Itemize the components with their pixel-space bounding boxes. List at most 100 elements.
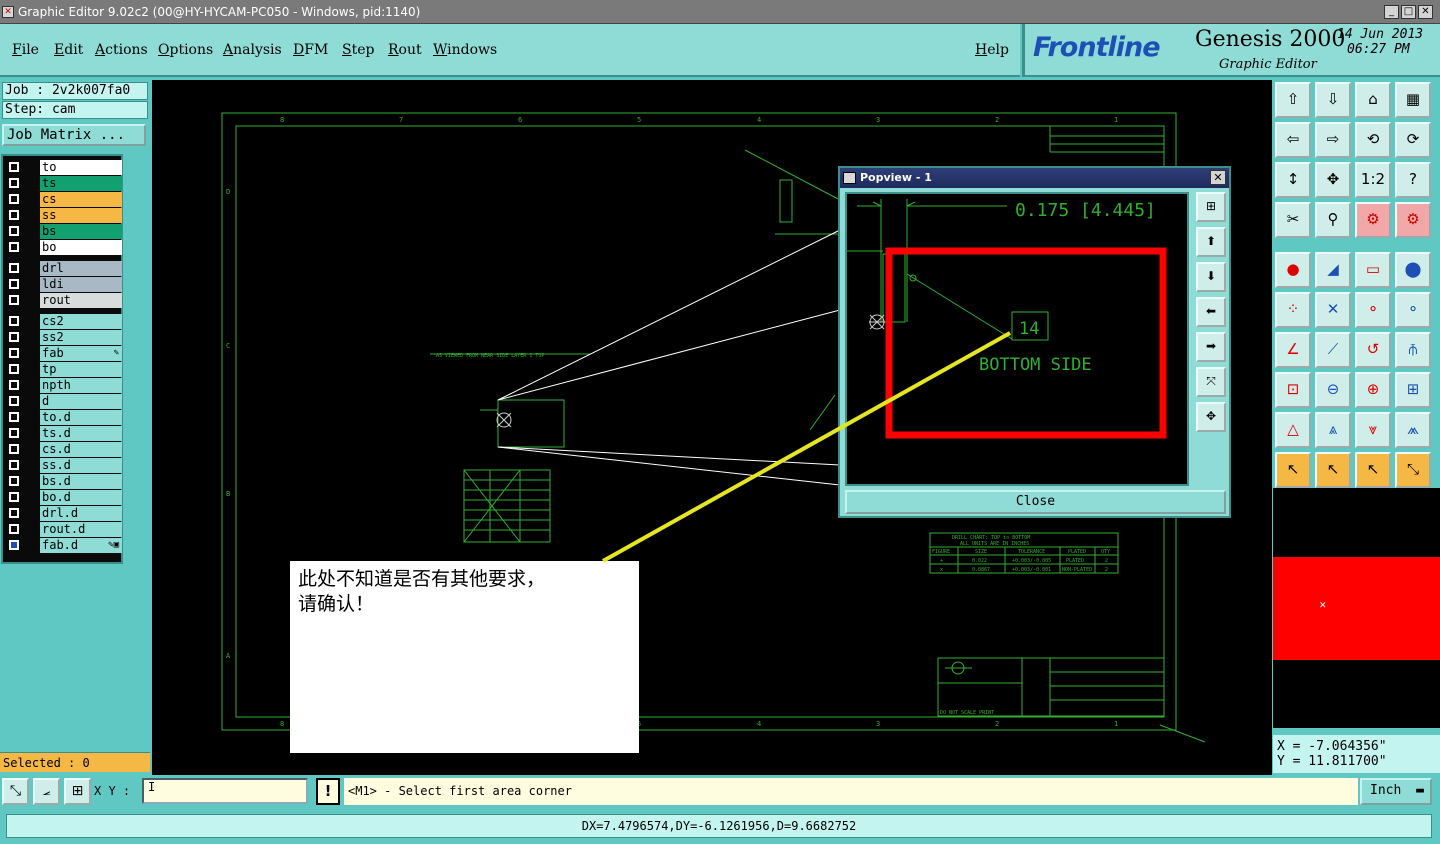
layer-row-fab[interactable]: fab ✎ xyxy=(5,346,122,361)
layer-name[interactable]: to xyxy=(40,160,122,175)
layer-checkbox[interactable] xyxy=(9,476,19,486)
zoom-out-icon[interactable]: ✥ xyxy=(1196,402,1226,432)
layer-name[interactable]: ss.d xyxy=(40,458,122,473)
window-title-bar[interactable]: ✕ Graphic Editor 9.02c2 (00@HY-HYCAM-PC0… xyxy=(0,0,1440,24)
center-icon[interactable]: ✥ xyxy=(1315,162,1351,198)
popview-title-bar[interactable]: Popview - 1 xyxy=(840,168,1229,188)
menu-file[interactable]: File xyxy=(12,42,39,58)
home-icon[interactable]: ⌂ xyxy=(1355,82,1391,118)
pan-up-icon[interactable]: ⬆ xyxy=(1196,227,1226,257)
zoom-fit-icon[interactable]: ⤧ xyxy=(1196,367,1226,397)
layer-row-cs2[interactable]: cs2 xyxy=(5,314,122,329)
layer-checkbox[interactable] xyxy=(9,194,19,204)
pan-right-icon[interactable]: ➡ xyxy=(1196,332,1226,362)
dot-icon[interactable]: ⬤ xyxy=(1395,252,1431,288)
layer-name[interactable]: bs.d xyxy=(40,474,122,489)
menu-dfm[interactable]: DFM xyxy=(293,42,328,58)
job-matrix-button[interactable]: Job Matrix ... xyxy=(2,124,146,146)
layer-checkbox[interactable] xyxy=(9,460,19,470)
layer-name[interactable]: drl.d xyxy=(40,506,122,521)
ruler-icon[interactable]: ▭ xyxy=(1355,252,1391,288)
group-icon[interactable]: ⊞ xyxy=(1395,372,1431,408)
snap-mode-icon[interactable]: ⤡ xyxy=(2,778,29,805)
layer-checkbox[interactable] xyxy=(9,396,19,406)
flip-icon[interactable]: ↕ xyxy=(1275,162,1311,198)
layer-checkbox[interactable] xyxy=(9,316,19,326)
layer-checkbox[interactable] xyxy=(9,540,19,550)
layer-name[interactable]: ss xyxy=(40,208,122,223)
layer-checkbox[interactable] xyxy=(9,178,19,188)
menu-options[interactable]: Options xyxy=(158,42,213,58)
layer-name[interactable]: ldi xyxy=(40,277,122,292)
help-icon[interactable]: ? xyxy=(1395,162,1431,198)
layer-row-npth[interactable]: npth xyxy=(5,378,122,393)
measure-icon[interactable]: ⦟ xyxy=(33,778,60,805)
layer-name[interactable]: drl xyxy=(40,261,122,276)
fill-icon[interactable]: ◢ xyxy=(1315,252,1351,288)
layout-icon[interactable]: ▦ xyxy=(1395,82,1431,118)
split-icon[interactable]: ⫚ xyxy=(1395,332,1431,368)
popview-close-button[interactable]: Close xyxy=(845,490,1226,514)
layer-row-cs-d[interactable]: cs.d xyxy=(5,442,122,457)
zoom-in-icon[interactable]: ⊞ xyxy=(1196,192,1226,222)
close-button[interactable]: ✕ xyxy=(1418,5,1433,19)
layer-checkbox[interactable] xyxy=(9,263,19,273)
layer-row-rout-d[interactable]: rout.d xyxy=(5,522,122,537)
move-up-icon[interactable]: ⇧ xyxy=(1275,82,1311,118)
net-icon[interactable]: ⚙ xyxy=(1355,202,1391,238)
move-down-icon[interactable]: ⇩ xyxy=(1315,82,1351,118)
popview-window[interactable]: Popview - 1 ✕ 0.175 [4.445] 14 BOTTOM SI… xyxy=(838,166,1231,518)
layer-checkbox[interactable] xyxy=(9,242,19,252)
layer-name[interactable]: npth xyxy=(40,378,122,393)
layer-name[interactable]: ts.d xyxy=(40,426,122,441)
layer-name[interactable]: cs xyxy=(40,192,122,207)
menu-step[interactable]: Step xyxy=(342,42,374,58)
layer-checkbox[interactable] xyxy=(9,412,19,422)
select-multi-icon[interactable]: ⤡ xyxy=(1395,452,1431,488)
layer-row-fab-d[interactable]: fab.d ✎▣ xyxy=(5,538,122,553)
layer-name[interactable]: d xyxy=(40,394,122,409)
layer-name[interactable]: cs.d xyxy=(40,442,122,457)
units-selector[interactable]: Inch ▬ xyxy=(1360,778,1432,805)
pan-down-icon[interactable]: ⬇ xyxy=(1196,262,1226,292)
move-left-icon[interactable]: ⇦ xyxy=(1275,122,1311,158)
pan-left-icon[interactable]: ⬅ xyxy=(1196,297,1226,327)
minimize-button[interactable]: _ xyxy=(1384,5,1399,19)
line-icon[interactable]: ⟋ xyxy=(1315,332,1351,368)
layer-row-ts[interactable]: ts xyxy=(5,176,122,191)
layer-name[interactable]: ts xyxy=(40,176,122,191)
probe-icon[interactable]: ⚲ xyxy=(1315,202,1351,238)
menu-windows[interactable]: Windows xyxy=(433,42,497,58)
layer-row-d[interactable]: d xyxy=(5,394,122,409)
layer-row-bo-d[interactable]: bo.d xyxy=(5,490,122,505)
layer-checkbox[interactable] xyxy=(9,295,19,305)
menu-edit[interactable]: Edit xyxy=(54,42,83,58)
layer-row-bs-d[interactable]: bs.d xyxy=(5,474,122,489)
layer-name[interactable]: fab.d ✎▣ xyxy=(40,538,122,553)
overview-viewport[interactable]: ✕ xyxy=(1273,557,1440,660)
triangle-icon[interactable]: △ xyxy=(1275,412,1311,448)
angle-icon[interactable]: ∠ xyxy=(1275,332,1311,368)
menu-rout[interactable]: Rout xyxy=(388,42,422,58)
layer-row-to-d[interactable]: to.d xyxy=(5,410,122,425)
select-box-icon[interactable]: ↖ xyxy=(1315,452,1351,488)
layer-checkbox[interactable] xyxy=(9,332,19,342)
popview-close-icon[interactable]: ✕ xyxy=(1210,170,1226,185)
layer-row-drl-d[interactable]: drl.d xyxy=(5,506,122,521)
point2-icon[interactable]: ⚬ xyxy=(1395,292,1431,328)
redo-icon[interactable]: ⟳ xyxy=(1395,122,1431,158)
arc-down-icon[interactable]: ⩔ xyxy=(1355,412,1391,448)
layer-checkbox[interactable] xyxy=(9,428,19,438)
layer-checkbox[interactable] xyxy=(9,508,19,518)
menu-analysis[interactable]: Analysis xyxy=(223,42,282,58)
layer-name[interactable]: bo.d xyxy=(40,490,122,505)
grid-icon[interactable]: ⊞ xyxy=(64,778,91,805)
net2-icon[interactable]: ⚙ xyxy=(1395,202,1431,238)
layer-checkbox[interactable] xyxy=(9,492,19,502)
move-right-icon[interactable]: ⇨ xyxy=(1315,122,1351,158)
plus-icon[interactable]: ⊕ xyxy=(1355,372,1391,408)
cut-icon[interactable]: ✂ xyxy=(1275,202,1311,238)
layer-name[interactable]: rout xyxy=(40,293,122,308)
layer-name[interactable]: fab ✎ xyxy=(40,346,122,361)
layer-row-tp[interactable]: tp xyxy=(5,362,122,377)
